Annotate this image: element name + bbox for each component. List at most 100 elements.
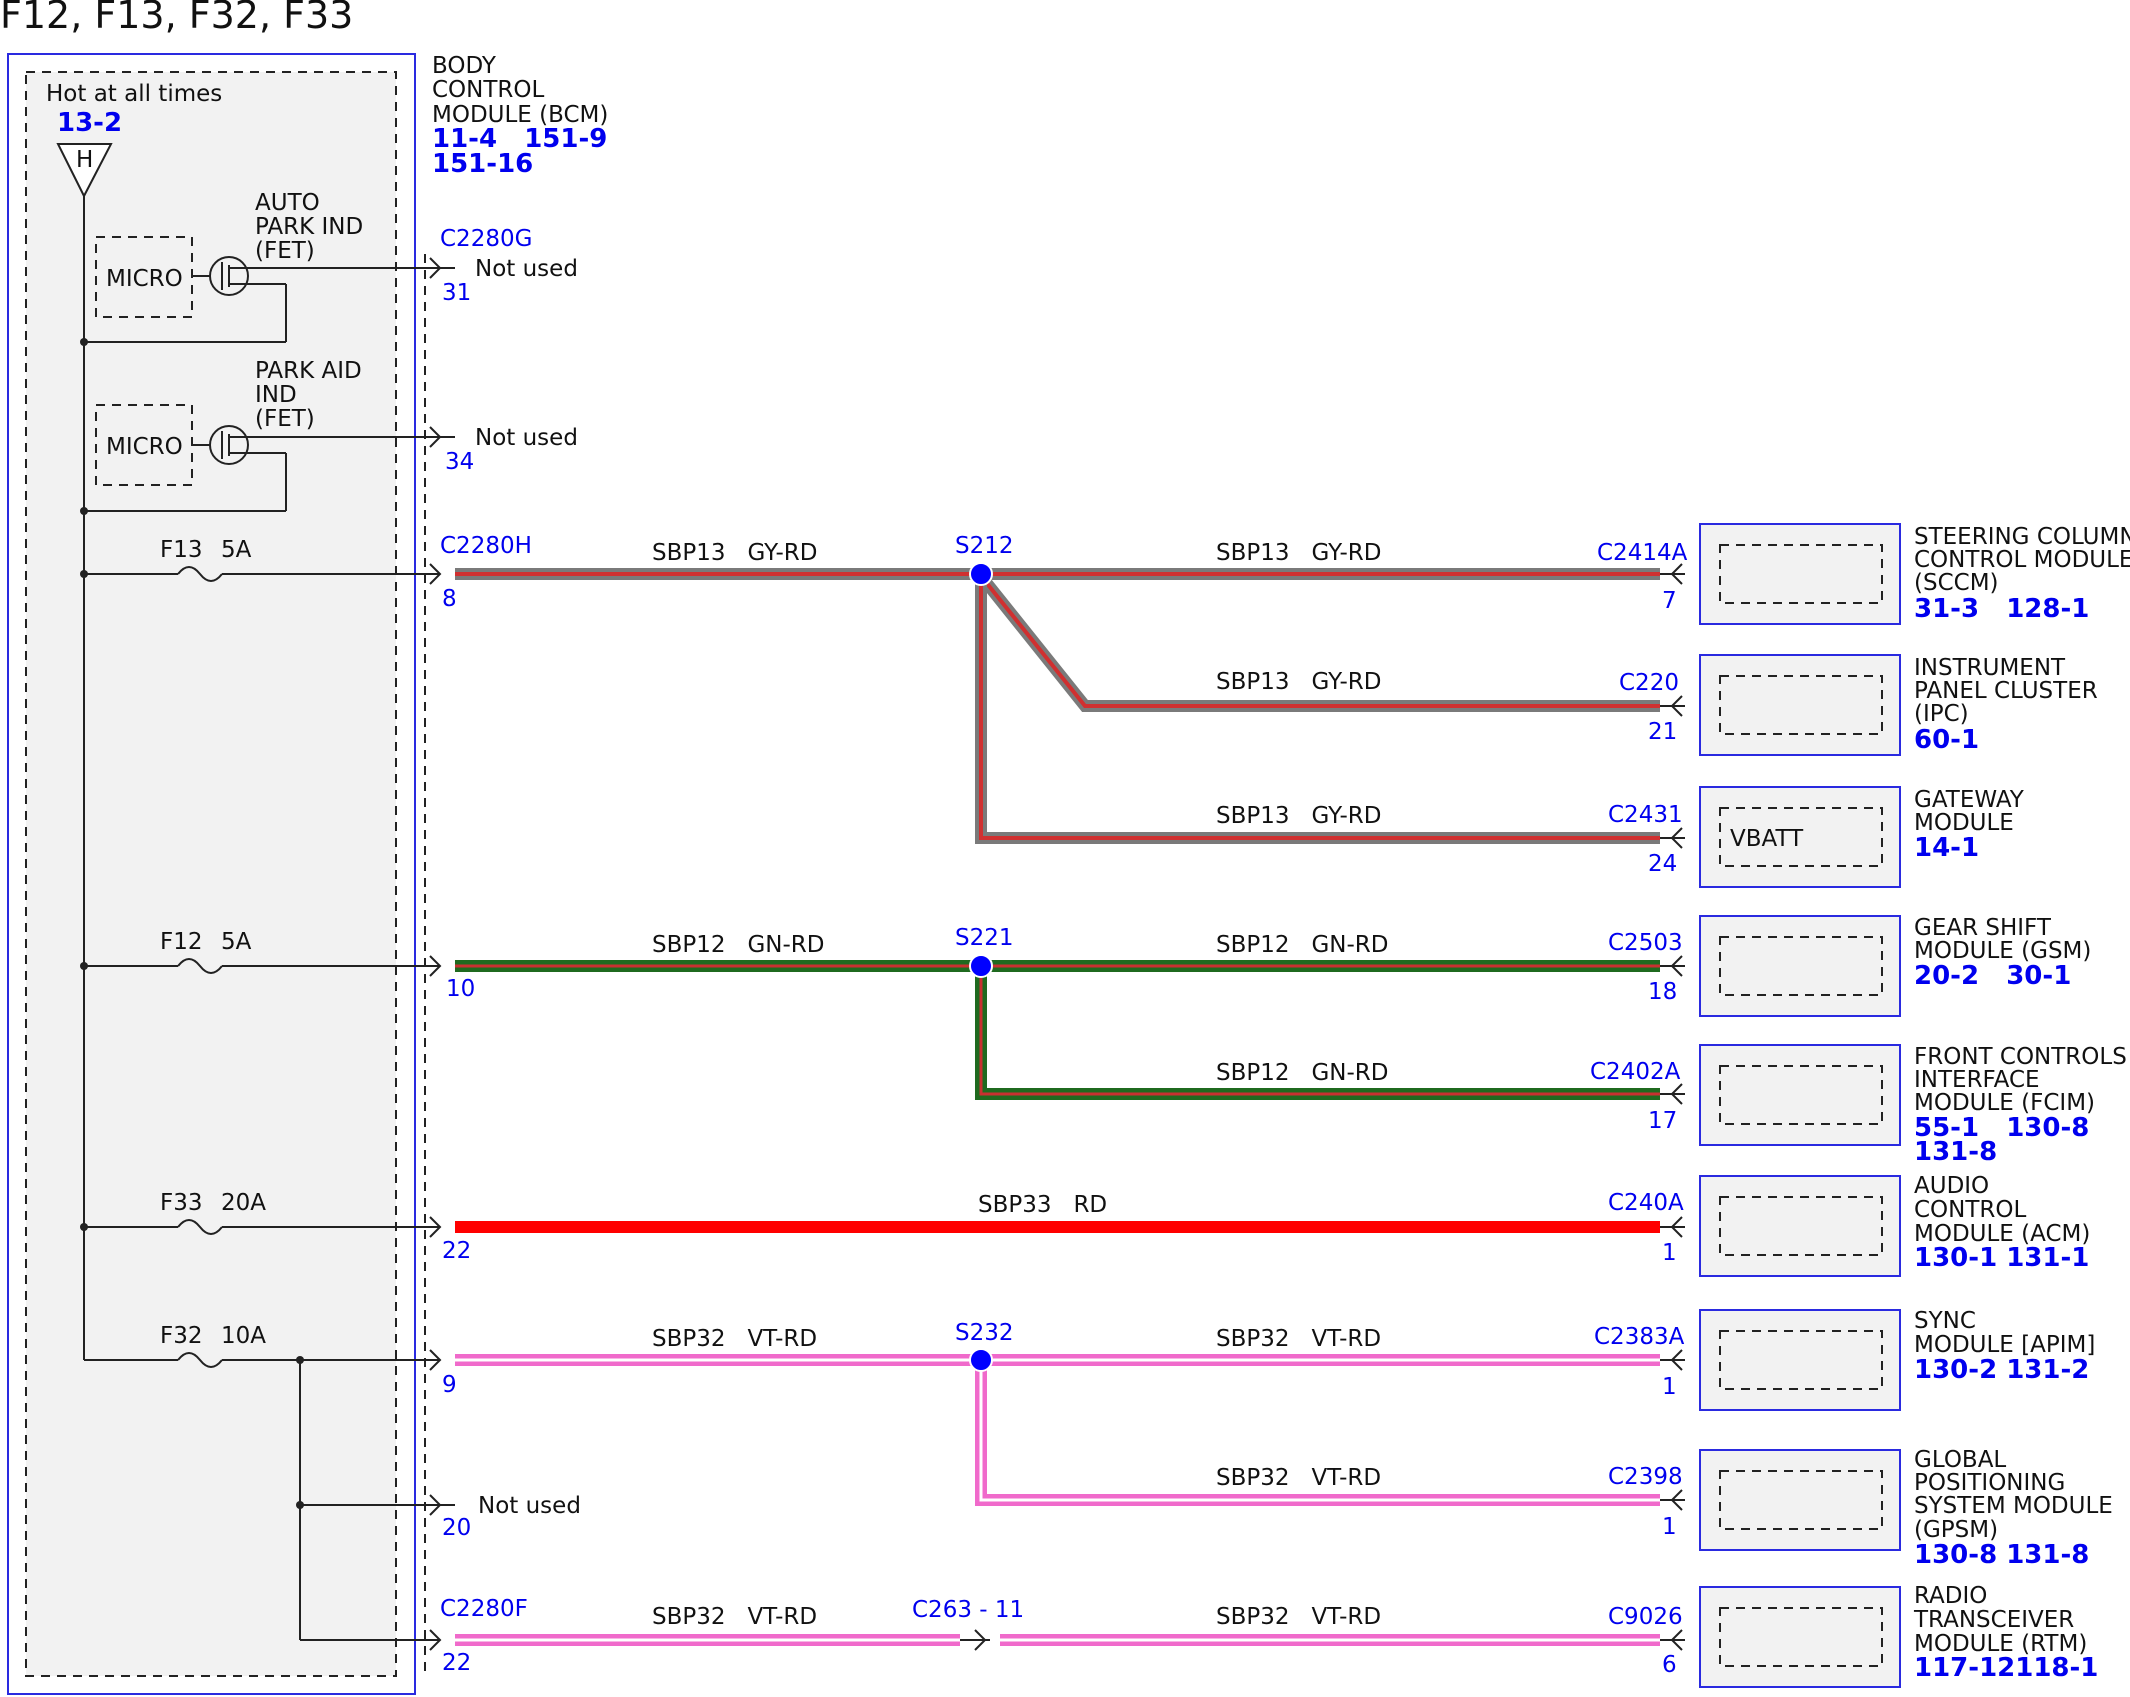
module-connector-c2383a[interactable]: C2383A: [1594, 1324, 1685, 1350]
module-gpsm: [1660, 1449, 1901, 1551]
power-source-h: H: [76, 147, 93, 173]
wire-label: SBP13 GY-RD: [1216, 803, 1381, 829]
bcm-internal-area: [25, 71, 397, 1677]
wire-sbp13: [455, 568, 1660, 844]
not-used-label: Not used: [478, 1493, 581, 1519]
module-pin: 24: [1648, 851, 1677, 877]
bcm-pin-20: 20: [442, 1515, 471, 1541]
fuse-f13-label: F13: [160, 537, 203, 563]
module-pin: 1: [1662, 1240, 1677, 1266]
module-fcim: [1660, 1044, 1901, 1146]
module-connector-c240a[interactable]: C240A: [1608, 1190, 1684, 1216]
module-connector-c2402a[interactable]: C2402A: [1590, 1059, 1681, 1085]
splice-s212-label[interactable]: S212: [955, 533, 1014, 559]
fuse-f12-label: F12: [160, 929, 203, 955]
module-rtm: [1660, 1586, 1901, 1688]
module-name-line: CONTROL: [1914, 1197, 2027, 1223]
wire-label: SBP12 GN-RD: [1216, 1060, 1388, 1086]
bcm-connector-c2280f[interactable]: C2280F: [440, 1596, 528, 1622]
module-name-line: SYNC: [1914, 1308, 1976, 1334]
hot-at-all-times-label: Hot at all times: [46, 81, 222, 107]
wiring-diagram: F12, F13, F32, F33 BODY CONTROL MODULE (…: [0, 0, 2130, 1695]
module-name-line: RADIO: [1914, 1583, 1987, 1609]
module-pin: 1: [1662, 1374, 1677, 1400]
bcm-name-line-2: CONTROL: [432, 77, 545, 103]
bcm-connector-c2280h[interactable]: C2280H: [440, 533, 532, 559]
bcm-pin-34: 34: [445, 449, 474, 475]
module-sccm: [1660, 523, 1901, 625]
bcm-pin-10: 10: [446, 976, 475, 1002]
wire-label: SBP13 GY-RD: [652, 540, 817, 566]
module-gsm: [1660, 915, 1901, 1017]
bcm-ref-link[interactable]: 151-16: [432, 149, 533, 179]
wire-label: SBP12 GN-RD: [1216, 932, 1388, 958]
fuse-f33-label: F33: [160, 1190, 203, 1216]
park-aid-micro-label: MICRO: [106, 434, 183, 460]
park-aid-label-2: IND: [255, 382, 297, 408]
park-aid-label-1: PARK AID: [255, 358, 362, 384]
splice-s212: [969, 562, 993, 586]
module-ref-link[interactable]: 131-8: [1914, 1137, 1997, 1167]
splice-s221: [969, 954, 993, 978]
module-connector-c220[interactable]: C220: [1619, 670, 1679, 696]
module-ref-link[interactable]: 130-2 131-2: [1914, 1355, 2089, 1385]
wire-label: SBP32 VT-RD: [1216, 1465, 1381, 1491]
wire-label: SBP13 GY-RD: [1216, 669, 1381, 695]
module-acm: [1660, 1175, 1901, 1277]
module-ipc: [1660, 654, 1901, 756]
module-connector-c9026[interactable]: C9026: [1608, 1604, 1683, 1630]
splice-s232-label[interactable]: S232: [955, 1320, 1014, 1346]
bcm-pin-8: 8: [442, 586, 457, 612]
wire-sbp32: [455, 1354, 1660, 1646]
inline-connector-label[interactable]: C263 - 11: [912, 1597, 1024, 1623]
bcm-connector-c2280g[interactable]: C2280G: [440, 226, 532, 252]
module-ref-link[interactable]: 20-2 30-1: [1914, 961, 2071, 991]
module-ref-link[interactable]: 130-1 131-1: [1914, 1243, 2089, 1273]
wire-label: SBP32 VT-RD: [1216, 1604, 1381, 1630]
module-connector-c2503[interactable]: C2503: [1608, 930, 1683, 956]
hot-ref-link[interactable]: 13-2: [57, 108, 122, 138]
wire-label: SBP12 GN-RD: [652, 932, 824, 958]
fuse-f32-label: F32: [160, 1323, 203, 1349]
not-used-label: Not used: [475, 425, 578, 451]
bcm-pin-22: 22: [442, 1238, 471, 1264]
splice-s221-label[interactable]: S221: [955, 925, 1014, 951]
module-pin: 21: [1648, 719, 1677, 745]
module-pin: 17: [1648, 1108, 1677, 1134]
module-ref-link[interactable]: 117-12118-1: [1914, 1653, 2098, 1683]
bcm-name-line-1: BODY: [432, 53, 497, 79]
inline-connector-c263: [960, 1629, 990, 1651]
module-ref-link[interactable]: 14-1: [1914, 833, 1979, 863]
bcm-pin-22-c2280f: 22: [442, 1650, 471, 1676]
module-inner-label: VBATT: [1730, 826, 1804, 852]
module-name-line: TRANSCEIVER: [1913, 1607, 2074, 1633]
module-ref-link[interactable]: 130-8 131-8: [1914, 1540, 2089, 1570]
module-pin: 18: [1648, 979, 1677, 1005]
module-name-line: (IPC): [1914, 701, 1969, 727]
wire-label: SBP32 VT-RD: [1216, 1326, 1381, 1352]
module-connector-c2398[interactable]: C2398: [1608, 1464, 1683, 1490]
module-ref-link[interactable]: 60-1: [1914, 725, 1979, 755]
module-pin: 7: [1662, 588, 1677, 614]
module-sync: [1660, 1309, 1901, 1411]
wire-label: SBP13 GY-RD: [1216, 540, 1381, 566]
module-connector-c2414a[interactable]: C2414A: [1597, 540, 1688, 566]
bcm-pin-9: 9: [442, 1372, 457, 1398]
module-connector-c2431[interactable]: C2431: [1608, 802, 1683, 828]
module-ref-link[interactable]: 31-3 128-1: [1914, 594, 2089, 624]
wire-label: SBP32 VT-RD: [652, 1326, 817, 1352]
wire-label: SBP32 VT-RD: [652, 1604, 817, 1630]
module-pin: 1: [1662, 1514, 1677, 1540]
not-used-label: Not used: [475, 256, 578, 282]
park-aid-label-3: (FET): [255, 406, 315, 432]
module-name-line: (SCCM): [1914, 570, 1999, 596]
auto-park-micro-label: MICRO: [106, 266, 183, 292]
wire-sbp12: [455, 960, 1660, 1100]
fuse-f13-rating: 5A: [221, 537, 252, 563]
module-name-line: SYSTEM MODULE: [1914, 1493, 2113, 1519]
fuse-f33-rating: 20A: [221, 1190, 266, 1216]
auto-park-label-2: PARK IND: [255, 214, 363, 240]
auto-park-label-3: (FET): [255, 238, 315, 264]
bcm-pin-31: 31: [442, 280, 471, 306]
page-title: F12, F13, F32, F33: [0, 0, 353, 37]
